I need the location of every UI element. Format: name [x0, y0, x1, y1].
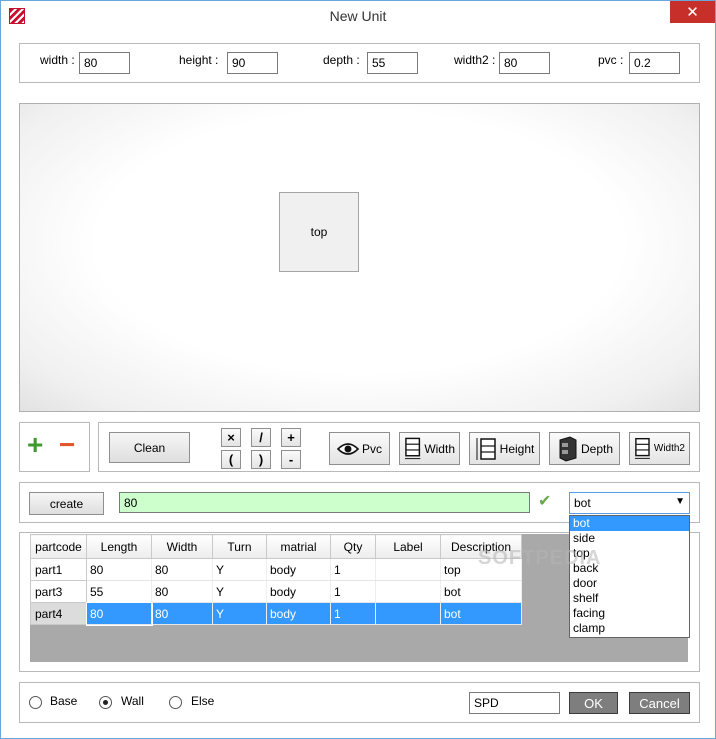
width2-button[interactable]: Width2: [629, 432, 690, 465]
minus-button[interactable]: -: [281, 450, 301, 469]
cell-label[interactable]: [375, 558, 441, 581]
cell-length[interactable]: 80: [85, 601, 153, 626]
radio-wall[interactable]: [99, 696, 112, 709]
depth-input[interactable]: [367, 52, 418, 74]
close-paren-button[interactable]: ): [251, 450, 271, 469]
open-paren-button[interactable]: (: [221, 450, 241, 469]
column-header-matrial[interactable]: matrial: [266, 534, 331, 559]
cabinet-width2-icon: [634, 437, 650, 459]
cell-turn[interactable]: Y: [212, 558, 267, 581]
dropdown-option-shelf[interactable]: shelf: [570, 591, 689, 606]
table-row-selected[interactable]: part4 80 80 Y body 1 bot: [30, 601, 522, 626]
cell-matrial[interactable]: body: [266, 580, 331, 603]
cell-partcode[interactable]: part3: [30, 580, 87, 603]
cell-width[interactable]: 80: [151, 558, 213, 581]
parts-table: partcode Length Width Turn matrial Qty L…: [30, 534, 522, 626]
column-header-partcode[interactable]: partcode: [30, 534, 87, 559]
width-input[interactable]: [79, 52, 130, 74]
cabinet-height-icon: [476, 437, 496, 460]
pvc-button-label: Pvc: [361, 441, 382, 456]
unit-preview-canvas[interactable]: top: [19, 103, 700, 412]
column-header-length[interactable]: Length: [86, 534, 152, 559]
formula-input[interactable]: [119, 492, 530, 513]
part-type-dropdown: bot side top back door shelf facing clam…: [569, 515, 690, 638]
cell-description[interactable]: bot: [440, 580, 522, 603]
remove-part-icon[interactable]: −: [59, 431, 75, 459]
cell-length[interactable]: 80: [86, 558, 152, 581]
cell-label[interactable]: [375, 580, 441, 603]
cancel-button[interactable]: Cancel: [629, 692, 690, 714]
radio-base[interactable]: [29, 696, 42, 709]
add-part-icon[interactable]: +: [27, 431, 43, 459]
dropdown-option-bot[interactable]: bot: [570, 516, 689, 531]
cell-turn[interactable]: Y: [212, 602, 267, 625]
check-icon[interactable]: ✔: [538, 491, 551, 511]
part-type-selected-value: bot: [574, 496, 591, 510]
cell-description[interactable]: bot: [440, 602, 522, 625]
pvc-input[interactable]: [629, 52, 680, 74]
cell-width[interactable]: 80: [151, 602, 213, 625]
cell-qty[interactable]: 1: [330, 580, 376, 603]
height-button-label: Height: [499, 441, 535, 456]
part-type-select[interactable]: bot ▼: [569, 492, 690, 514]
width-button-label: Width: [424, 441, 455, 456]
cell-length[interactable]: 55: [86, 580, 152, 603]
cell-label[interactable]: [375, 602, 441, 625]
radio-label-wall: Wall: [121, 694, 144, 708]
radio-label-base: Base: [50, 694, 78, 708]
table-row[interactable]: part3 55 80 Y body 1 bot: [30, 580, 522, 603]
dropdown-option-side[interactable]: side: [570, 531, 689, 546]
cell-width[interactable]: 80: [151, 580, 213, 603]
height-label: height :: [179, 53, 219, 67]
cell-matrial[interactable]: body: [266, 602, 331, 625]
radio-else[interactable]: [169, 696, 182, 709]
code-input[interactable]: [469, 692, 560, 714]
chevron-down-icon: ▼: [675, 496, 685, 507]
column-header-width[interactable]: Width: [151, 534, 213, 559]
cabinet-depth-icon: [559, 435, 577, 462]
cell-matrial[interactable]: body: [266, 558, 331, 581]
column-header-qty[interactable]: Qty: [330, 534, 376, 559]
width2-button-label: Width2: [653, 443, 685, 454]
table-header-row: partcode Length Width Turn matrial Qty L…: [30, 534, 522, 559]
depth-button-label: Depth: [580, 441, 614, 456]
pvc-button[interactable]: Pvc: [329, 432, 390, 465]
dropdown-option-clamp[interactable]: clamp: [570, 621, 689, 636]
table-row[interactable]: part1 80 80 Y body 1 top: [30, 558, 522, 581]
cell-partcode[interactable]: part4: [30, 602, 87, 625]
column-header-label[interactable]: Label: [375, 534, 441, 559]
title-bar: New Unit ✕: [1, 1, 715, 31]
height-input[interactable]: [227, 52, 278, 74]
clean-button[interactable]: Clean: [109, 432, 190, 463]
create-button[interactable]: create: [29, 492, 104, 515]
width2-input[interactable]: [499, 52, 550, 74]
depth-label: depth :: [323, 53, 360, 67]
ok-button[interactable]: OK: [569, 692, 618, 714]
close-button[interactable]: ✕: [670, 1, 715, 23]
column-header-turn[interactable]: Turn: [212, 534, 267, 559]
height-button[interactable]: Height: [469, 432, 540, 465]
new-unit-window: New Unit ✕ width : height : depth : widt…: [0, 0, 716, 739]
cell-qty[interactable]: 1: [330, 558, 376, 581]
multiply-button[interactable]: ×: [221, 428, 241, 447]
softpedia-watermark: SOFTPEDIA: [478, 547, 602, 569]
part-preview-box[interactable]: top: [279, 192, 359, 272]
width-label: width :: [40, 53, 75, 67]
eye-icon: [336, 442, 359, 455]
divide-button[interactable]: /: [251, 428, 271, 447]
window-title: New Unit: [329, 8, 387, 24]
cell-qty[interactable]: 1: [330, 602, 376, 625]
dropdown-option-door[interactable]: door: [570, 576, 689, 591]
width-button[interactable]: Width: [399, 432, 460, 465]
cell-turn[interactable]: Y: [212, 580, 267, 603]
width2-label: width2 :: [454, 53, 496, 67]
pvc-label: pvc :: [598, 53, 624, 67]
depth-button[interactable]: Depth: [549, 432, 620, 465]
dropdown-option-facing[interactable]: facing: [570, 606, 689, 621]
plus-button[interactable]: +: [281, 428, 301, 447]
cell-partcode[interactable]: part1: [30, 558, 87, 581]
radio-label-else: Else: [191, 694, 215, 708]
cabinet-width-icon: [404, 437, 421, 459]
